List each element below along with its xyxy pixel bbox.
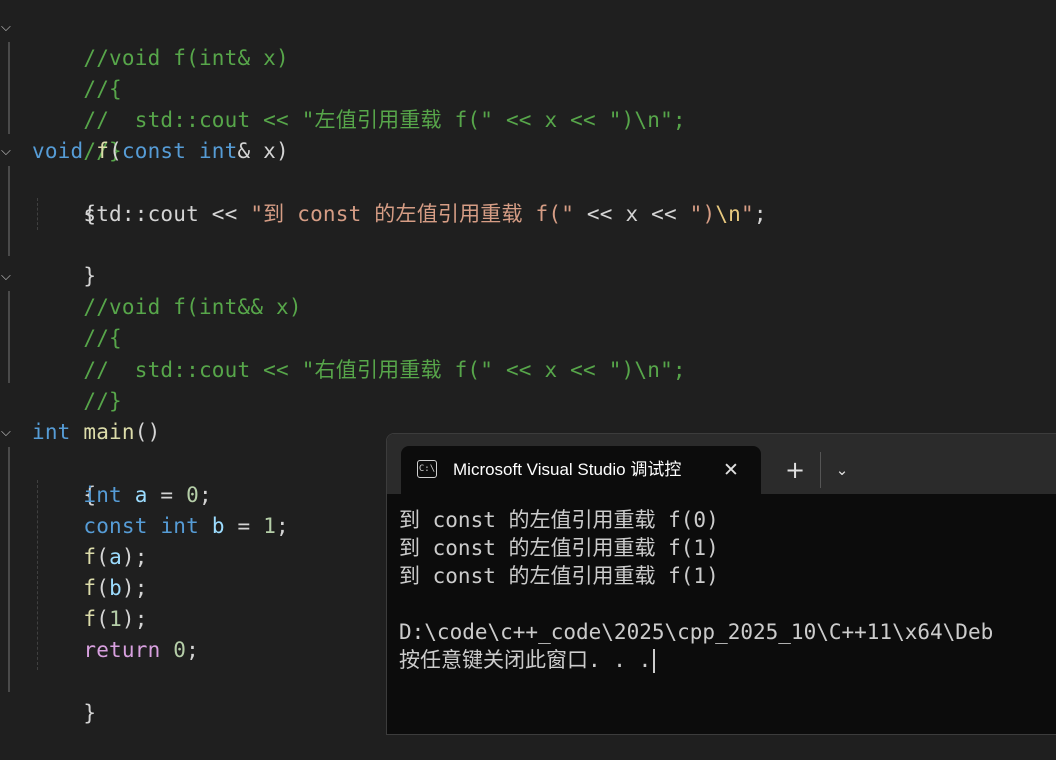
fold-region-line: [8, 166, 10, 256]
code-comment: // std::cout << "左值引用重载 f(" << x << ")\n…: [83, 108, 686, 132]
function-call: f: [83, 545, 97, 569]
function-call: f: [83, 576, 97, 600]
function-name-main[interactable]: main: [83, 420, 134, 444]
fold-region-line: [8, 447, 10, 692]
parens: (): [134, 420, 161, 444]
function-call: f: [83, 607, 97, 631]
keyword-int: int: [160, 514, 199, 538]
console-icon: C:\: [417, 460, 437, 478]
cout-expr: std::cout: [83, 202, 199, 226]
assign-operator: =: [147, 483, 187, 507]
param-rest: & x): [237, 139, 289, 163]
close-icon[interactable]: ✕: [719, 458, 743, 482]
keyword-int: int: [32, 420, 71, 444]
argument: 1: [109, 607, 122, 631]
code-line[interactable]: int main(): [32, 417, 160, 448]
brace-close: }: [83, 701, 97, 725]
keyword-void: void: [32, 139, 84, 163]
paren-close: );: [121, 545, 148, 569]
escape-sequence: \n: [715, 202, 742, 226]
code-line[interactable]: // std::cout << "右值引用重载 f(" << x << ")\n…: [32, 324, 686, 382]
paren-close: );: [121, 576, 148, 600]
string-literal: ": [741, 202, 754, 226]
code-line[interactable]: //void f(int&& x): [32, 261, 302, 319]
code-line[interactable]: return 0;: [32, 635, 199, 666]
fold-region-line: [8, 42, 10, 134]
semicolon: ;: [198, 483, 212, 507]
param-x: x: [625, 202, 639, 226]
code-line[interactable]: {: [32, 168, 96, 226]
code-line[interactable]: //}: [32, 355, 122, 413]
text-cursor: [653, 649, 656, 673]
keyword-const: const: [121, 139, 187, 163]
code-line[interactable]: f(b);: [32, 573, 148, 604]
string-literal: "到 const 的左值引用重载 f(": [250, 202, 575, 226]
code-line[interactable]: void f(const int& x): [32, 136, 289, 167]
paren-close: );: [121, 607, 148, 631]
code-line[interactable]: //{: [32, 43, 122, 101]
keyword-const: const: [83, 514, 148, 538]
number-literal: 0: [173, 638, 187, 662]
terminal-output-line: D:\code\c++_code\2025\cpp_2025_10\C++11\…: [399, 620, 994, 644]
code-line[interactable]: // std::cout << "左值引用重载 f(" << x << ")\n…: [32, 74, 686, 132]
variable-a: a: [134, 483, 148, 507]
keyword-int: int: [198, 139, 238, 163]
code-comment: // std::cout << "右值引用重载 f(" << x << ")\n…: [83, 358, 686, 382]
code-comment: //}: [83, 389, 122, 413]
stream-operator: <<: [198, 202, 251, 226]
new-tab-plus-icon[interactable]: +: [783, 456, 807, 484]
stream-operator: <<: [574, 202, 626, 226]
code-line[interactable]: //}: [32, 105, 122, 163]
fold-chevron-down-icon[interactable]: ⌵: [1, 136, 15, 167]
paren-open: (: [96, 607, 110, 631]
debug-console-window[interactable]: C:\ Microsoft Visual Studio 调试控 ✕ + ⌄ 到 …: [386, 433, 1056, 735]
code-line[interactable]: }: [32, 230, 96, 288]
semicolon: ;: [753, 202, 767, 226]
terminal-output-line: 到 const 的左值引用重载 f(1): [399, 564, 719, 588]
tab-separator: [820, 452, 821, 488]
fold-region-line: [8, 291, 10, 383]
code-line[interactable]: f(1);: [32, 604, 148, 635]
semicolon: ;: [186, 638, 199, 662]
code-line[interactable]: f(a);: [32, 542, 148, 573]
paren-open: (: [96, 545, 110, 569]
argument: b: [109, 576, 122, 600]
code-line[interactable]: {: [32, 449, 96, 507]
chevron-down-icon[interactable]: ⌄: [831, 456, 853, 484]
terminal-output-line: 到 const 的左值引用重载 f(0): [399, 508, 719, 532]
code-line[interactable]: //void f(int& x): [32, 12, 289, 70]
code-line[interactable]: std::cout << "到 const 的左值引用重载 f(" << x <…: [32, 199, 767, 230]
number-literal: 0: [186, 483, 199, 507]
fold-chevron-down-icon[interactable]: ⌵: [1, 417, 15, 448]
terminal-prompt-text: 按任意键关闭此窗口. . .: [399, 648, 652, 672]
code-line[interactable]: int a = 0;: [32, 480, 212, 511]
tab-title: Microsoft Visual Studio 调试控: [453, 460, 682, 479]
code-line[interactable]: //{: [32, 292, 122, 350]
code-line[interactable]: }: [32, 667, 96, 725]
semicolon: ;: [276, 514, 289, 538]
terminal-tab-bar: C:\ Microsoft Visual Studio 调试控 ✕ + ⌄: [387, 434, 1056, 494]
number-literal: 1: [263, 514, 277, 538]
terminal-tab[interactable]: C:\ Microsoft Visual Studio 调试控 ✕: [401, 446, 761, 494]
variable-b: b: [211, 514, 225, 538]
string-literal: "): [689, 202, 716, 226]
paren-open: (: [96, 576, 110, 600]
paren-open: (: [109, 139, 122, 163]
keyword-return: return: [83, 638, 161, 662]
function-name[interactable]: f: [96, 139, 109, 163]
fold-chevron-down-icon[interactable]: ⌵: [1, 12, 15, 43]
terminal-prompt-line[interactable]: 按任意键关闭此窗口. . .: [399, 646, 656, 674]
stream-operator: <<: [638, 202, 690, 226]
code-line[interactable]: const int b = 1;: [32, 511, 289, 542]
fold-chevron-down-icon[interactable]: ⌵: [1, 261, 15, 292]
keyword-int: int: [83, 483, 122, 507]
argument: a: [109, 545, 122, 569]
assign-operator: =: [224, 514, 264, 538]
terminal-output-line: 到 const 的左值引用重载 f(1): [399, 536, 719, 560]
